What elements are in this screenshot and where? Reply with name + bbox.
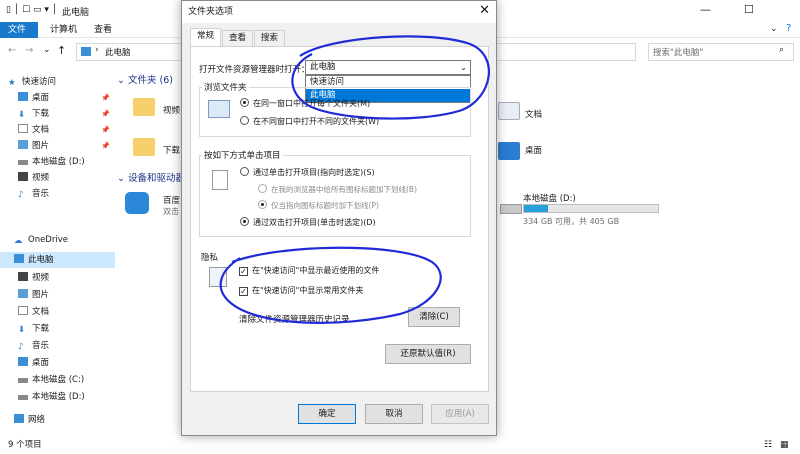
annotation-overlay [219, 35, 490, 324]
annotation-circle-privacy [219, 246, 442, 324]
annotation-circle-dropdown [291, 35, 490, 120]
